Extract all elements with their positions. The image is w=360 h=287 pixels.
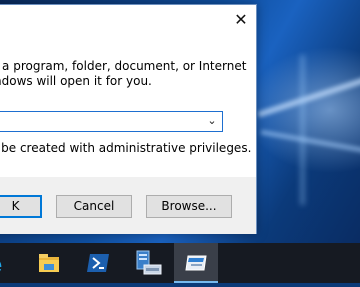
chevron-down-icon[interactable]: ⌄: [206, 115, 218, 127]
dialog-description: f a program, folder, document, or Intern…: [0, 59, 246, 89]
taskbar-server-manager[interactable]: [126, 243, 170, 283]
close-icon[interactable]: ✕: [232, 11, 250, 29]
file-explorer-icon: [39, 254, 59, 272]
ok-button[interactable]: K: [0, 195, 42, 218]
powershell-icon: [87, 254, 109, 272]
browse-button[interactable]: Browse...: [146, 195, 232, 218]
taskbar: e: [0, 243, 360, 283]
internet-explorer-icon: e: [0, 250, 3, 280]
cancel-button[interactable]: Cancel: [56, 195, 132, 218]
wallpaper-light-beam: [257, 68, 360, 118]
admin-privileges-note: l be created with administrative privile…: [0, 141, 252, 155]
open-combobox[interactable]: ⌄: [0, 111, 223, 132]
run-dialog: ✕ f a program, folder, document, or Inte…: [0, 4, 257, 234]
server-manager-icon: [136, 250, 162, 275]
run-dialog-icon: [185, 255, 207, 271]
wallpaper-light-beam: [260, 129, 360, 156]
wallpaper-light-beam: [300, 55, 305, 205]
description-line-1: f a program, folder, document, or Intern…: [0, 59, 247, 73]
description-line-2: ndows will open it for you.: [0, 74, 152, 88]
taskbar-run[interactable]: [174, 243, 218, 283]
taskbar-powershell[interactable]: [76, 243, 120, 283]
taskbar-file-explorer[interactable]: [27, 243, 71, 283]
